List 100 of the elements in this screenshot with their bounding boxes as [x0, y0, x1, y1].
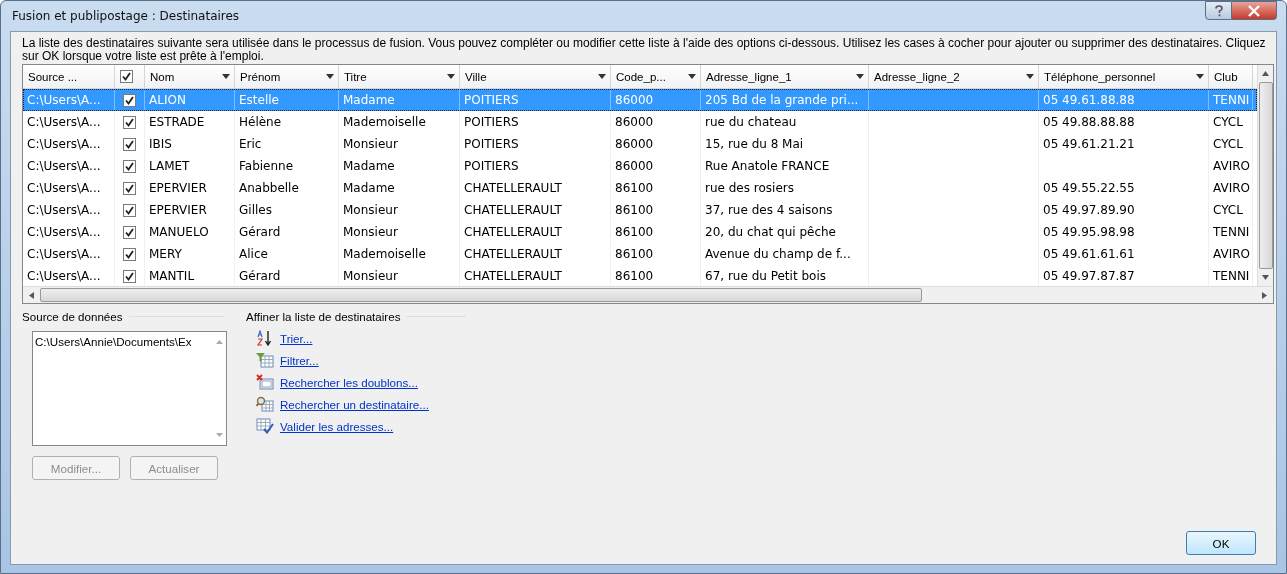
- table-cell: 05 49.97.87.87: [1043, 269, 1135, 283]
- column-header[interactable]: Ville: [460, 65, 611, 88]
- table-cell: rue du chateau: [705, 115, 797, 129]
- table-cell: 05 49.61.61.61: [1043, 247, 1135, 261]
- table-row[interactable]: C:\Users\A... LAMET Fabienne Madame POITIERS 86000 Rue Anatole FRANCE AVIRO: [23, 155, 1257, 177]
- column-header[interactable]: Source ...: [23, 65, 115, 88]
- table-cell: Gérard: [239, 269, 281, 283]
- table-cell: Monsieur: [343, 225, 398, 239]
- checkbox[interactable]: [123, 159, 136, 173]
- column-header[interactable]: Téléphone_personnel: [1039, 65, 1209, 88]
- scroll-down-icon: [1262, 275, 1269, 280]
- table-cell: AVIRO: [1213, 181, 1250, 195]
- table-cell: TENNI: [1213, 93, 1250, 107]
- column-header[interactable]: Code_p...: [611, 65, 701, 88]
- table-cell: AVIRO: [1213, 159, 1250, 173]
- validate-icon: [256, 418, 274, 434]
- column-header[interactable]: Adresse_ligne_2: [869, 65, 1039, 88]
- instructions-text: La liste des destinataires suivante sera utilisée dans le processus de fusion. Vous pouvez compléter ou modifier cette liste à l'aide des options ci-dessous. Utilisez les cases à cocher pour ajouter ou supprimer des destinataires. Cliquez sur OK lorsque votre liste est prête à l'emploi.: [22, 37, 1267, 63]
- table-cell: CHATELLERAULT: [464, 269, 562, 283]
- table-cell: 86100: [615, 269, 654, 283]
- column-header[interactable]: Titre: [339, 65, 460, 88]
- table-cell: CYCL: [1213, 203, 1243, 217]
- scroll-thumb[interactable]: [1258, 82, 1273, 269]
- table-cell: 20, du chat qui pêche: [705, 225, 836, 239]
- table-cell: 86100: [615, 247, 654, 261]
- table-cell: C:\Users\A...: [27, 225, 101, 239]
- table-cell: CHATELLERAULT: [464, 247, 562, 261]
- checkbox[interactable]: [123, 181, 136, 195]
- table-row[interactable]: C:\Users\A... MERY Alice Mademoiselle CHATELLERAULT 86100 Avenue du champ de f... 05 49.61.61.61 AVIRO: [23, 243, 1257, 265]
- checkbox[interactable]: [120, 70, 133, 83]
- vertical-scrollbar[interactable]: [1257, 65, 1273, 286]
- table-cell: 05 49.95.98.98: [1043, 225, 1135, 239]
- horizontal-scrollbar[interactable]: [23, 286, 1273, 303]
- table-cell: Gérard: [239, 225, 281, 239]
- table-cell: 05 49.88.88.88: [1043, 115, 1135, 129]
- table-row[interactable]: C:\Users\A... MANUELO Gérard Monsieur CHATELLERAULT 86100 20, du chat qui pêche 05 49.95.98.98 TENNI: [23, 221, 1257, 243]
- close-button[interactable]: [1232, 1, 1277, 20]
- table-cell: 86000: [615, 159, 654, 173]
- table-cell: Madame: [343, 159, 395, 173]
- data-source-list[interactable]: C:\Users\Annie\Documents\Ex: [32, 331, 227, 446]
- table-cell: 67, rue du Petit bois: [705, 269, 826, 283]
- checkbox[interactable]: [123, 225, 136, 239]
- table-cell: C:\Users\A...: [27, 247, 101, 261]
- column-header[interactable]: Prénom: [235, 65, 339, 88]
- column-header[interactable]: Adresse_ligne_1: [701, 65, 869, 88]
- checkbox[interactable]: [123, 203, 136, 217]
- table-cell: C:\Users\A...: [27, 181, 101, 195]
- filter-icon: [256, 352, 274, 368]
- table-cell: C:\Users\A...: [27, 137, 101, 151]
- help-button[interactable]: [1205, 1, 1232, 20]
- table-cell: 05 49.97.89.90: [1043, 203, 1135, 217]
- window-title: Fusion et publipostage : Destinataires: [11, 9, 240, 23]
- table-cell: 05 49.61.88.88: [1043, 93, 1135, 107]
- table-cell: CHATELLERAULT: [464, 181, 562, 195]
- table-cell: ESTRADE: [149, 115, 205, 129]
- scroll-up-icon: [215, 340, 223, 344]
- list-item[interactable]: C:\Users\Annie\Documents\Ex: [35, 335, 210, 348]
- table-cell: C:\Users\A...: [27, 203, 101, 217]
- sort-icon: [256, 330, 274, 346]
- column-header[interactable]: Nom: [145, 65, 235, 88]
- scroll-thumb[interactable]: [40, 288, 922, 302]
- close-icon: [1247, 4, 1261, 17]
- table-row[interactable]: C:\Users\A... ESTRADE Hélène Mademoiselle POITIERS 86000 rue du chateau 05 49.88.88.88 CYCL: [23, 111, 1257, 133]
- table-cell: 86000: [615, 93, 654, 107]
- checkbox[interactable]: [123, 269, 136, 283]
- table-cell: Mademoiselle: [343, 115, 426, 129]
- checkbox[interactable]: [123, 137, 136, 151]
- scroll-right-icon: [1262, 291, 1267, 299]
- table-cell: Fabienne: [239, 159, 294, 173]
- table-cell: Hélène: [239, 115, 282, 129]
- column-header[interactable]: Club: [1209, 65, 1253, 88]
- table-cell: TENNI: [1213, 269, 1250, 283]
- table-cell: ALION: [149, 93, 186, 107]
- table-cell: Gilles: [239, 203, 272, 217]
- table-cell: POITIERS: [464, 137, 519, 151]
- table-row[interactable]: C:\Users\A... EPERVIER Anabbelle Madame CHATELLERAULT 86100 rue des rosiers 05 49.55.22.55 AVIRO: [23, 177, 1257, 199]
- table-cell: CYCL: [1213, 115, 1243, 129]
- table-cell: EPERVIER: [149, 181, 207, 195]
- table-cell: MANUELO: [149, 225, 209, 239]
- table-cell: POITIERS: [464, 93, 519, 107]
- checkbox[interactable]: [123, 247, 136, 261]
- group-label: Affiner la liste de destinataires: [246, 309, 401, 323]
- table-cell: C:\Users\A...: [27, 93, 101, 107]
- table-cell: C:\Users\A...: [27, 269, 101, 283]
- table-row[interactable]: C:\Users\A... EPERVIER Gilles Monsieur CHATELLERAULT 86100 37, rue des 4 saisons 05 49.97.89.90 CYCL: [23, 199, 1257, 221]
- table-cell: CYCL: [1213, 137, 1243, 151]
- table-row[interactable]: C:\Users\A... IBIS Eric Monsieur POITIERS 86000 15, rue du 8 Mai 05 49.61.21.21 CYCL: [23, 133, 1257, 155]
- table-cell: IBIS: [149, 137, 172, 151]
- table-cell: Estelle: [239, 93, 279, 107]
- table-cell: 86000: [615, 137, 654, 151]
- link[interactable]: Rechercher les doublons...: [280, 375, 418, 389]
- ok-button[interactable]: OK: [1186, 531, 1256, 555]
- checkbox[interactable]: [123, 93, 136, 107]
- table-cell: AVIRO: [1213, 247, 1250, 261]
- link[interactable]: Valider les adresses...: [280, 419, 394, 433]
- link[interactable]: Filtrer...: [280, 353, 319, 367]
- link[interactable]: Rechercher un destinataire...: [280, 397, 429, 411]
- checkbox[interactable]: [123, 115, 136, 129]
- link[interactable]: Trier...: [280, 331, 313, 345]
- table-cell: Monsieur: [343, 269, 398, 283]
